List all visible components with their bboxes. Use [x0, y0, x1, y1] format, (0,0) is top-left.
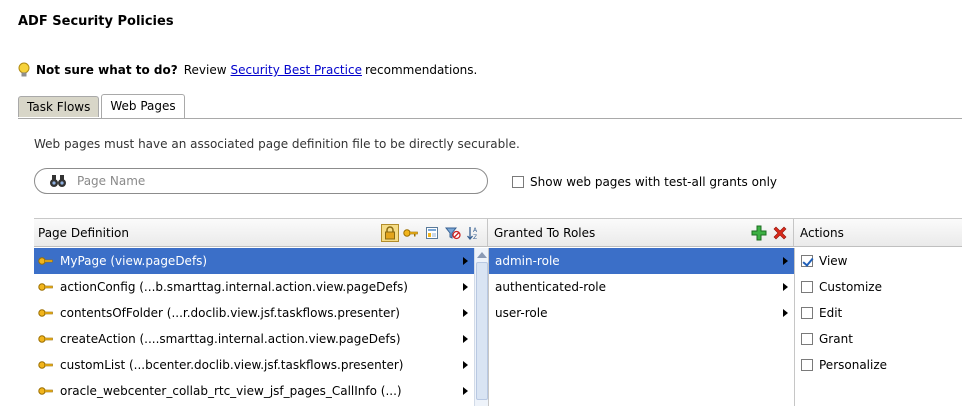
lightbulb-icon [18, 62, 30, 77]
role-label: authenticated-role [495, 280, 607, 294]
action-label: Personalize [819, 358, 888, 372]
page-definition-toolbar: AZ [378, 223, 483, 242]
list-item[interactable]: oracle_webcenter_collab_rtc_view_jsf_pag… [34, 378, 474, 404]
chevron-right-icon [463, 361, 468, 369]
key-icon [38, 361, 53, 369]
test-all-checkbox-label: Show web pages with test-all grants only [530, 175, 778, 189]
scroll-up-icon[interactable] [477, 252, 487, 258]
list-item[interactable]: authenticated-role [489, 274, 794, 300]
role-label: user-role [495, 306, 548, 320]
actions-list: View Customize Edit Grant Personalize [794, 248, 962, 406]
page-definition-scrollbar[interactable] [474, 248, 489, 406]
page-definition-header-label: Page Definition [38, 225, 129, 240]
granted-to-roles-header-label: Granted To Roles [494, 225, 596, 240]
page-name-input[interactable] [75, 173, 459, 189]
action-personalize[interactable]: Personalize [795, 352, 962, 378]
granted-to-roles-header: Granted To Roles [488, 219, 794, 247]
list-item[interactable]: MyPage (view.pageDefs) [34, 248, 474, 274]
chevron-right-icon [463, 257, 468, 265]
list-item[interactable]: createAction (....smarttag.internal.acti… [34, 326, 474, 352]
key-icon [38, 309, 53, 317]
hint-tail: recommendations. [364, 63, 478, 77]
list-item[interactable]: contentsOfFolder (...r.doclib.view.jsf.t… [34, 300, 474, 326]
chevron-right-icon [463, 283, 468, 291]
chevron-right-icon [783, 283, 788, 291]
page-definition-label: oracle_webcenter_collab_rtc_view_jsf_pag… [60, 384, 402, 398]
hint-bar: Not sure what to do? Review Security Bes… [18, 62, 477, 78]
roles-toolbar [747, 224, 789, 242]
action-label: Edit [819, 306, 843, 320]
test-all-checkbox[interactable] [512, 176, 524, 188]
list-item[interactable]: actionConfig (...b.smarttag.internal.act… [34, 274, 474, 300]
role-label: admin-role [495, 254, 560, 268]
action-label: Customize [819, 280, 882, 294]
key-icon [38, 387, 53, 395]
chevron-right-icon [463, 309, 468, 317]
add-icon[interactable] [750, 224, 768, 242]
chevron-right-icon [783, 257, 788, 265]
chevron-right-icon [463, 335, 468, 343]
roles-list: admin-role authenticated-role user-role [488, 248, 794, 406]
action-label: View [819, 254, 848, 268]
action-grant[interactable]: Grant [795, 326, 962, 352]
list-item[interactable]: customList (...bcenter.doclib.view.jsf.t… [34, 352, 474, 378]
security-best-practice-link[interactable]: Security Best Practice [231, 63, 362, 77]
page-definition-header: Page Definition AZ [34, 219, 488, 247]
chevron-right-icon [783, 309, 788, 317]
list-item[interactable]: user-role [489, 300, 794, 326]
grant-checkbox[interactable] [801, 333, 813, 345]
actions-header: Actions [794, 219, 962, 247]
binoculars-icon [50, 175, 66, 187]
svg-text:Z: Z [473, 234, 477, 240]
page-definition-list: MyPage (view.pageDefs) actionConfig (...… [34, 248, 474, 406]
page-definition-label: MyPage (view.pageDefs) [60, 254, 208, 268]
delete-icon[interactable] [771, 224, 789, 242]
key-icon [38, 257, 53, 265]
page-title: ADF Security Policies [18, 14, 174, 29]
tab-task-flows[interactable]: Task Flows [18, 96, 100, 117]
lock-icon[interactable] [381, 223, 399, 242]
personalize-checkbox[interactable] [801, 359, 813, 371]
policy-grid: Page Definition AZ Granted To Roles Acti… [34, 218, 962, 406]
tab-bar: Task Flows Web Pages [18, 94, 187, 118]
page-search-box[interactable] [34, 168, 488, 194]
page-definition-label: createAction (....smarttag.internal.acti… [60, 332, 401, 346]
hint-text: Review [183, 63, 227, 77]
page-icon[interactable] [423, 224, 441, 242]
view-checkbox[interactable] [801, 255, 813, 267]
hint-bold: Not sure what to do? [36, 63, 178, 77]
customize-checkbox[interactable] [801, 281, 813, 293]
edit-checkbox[interactable] [801, 307, 813, 319]
tab-web-pages[interactable]: Web Pages [101, 94, 185, 118]
key-icon [38, 283, 53, 291]
key-icon [38, 335, 53, 343]
sort-icon[interactable]: AZ [465, 224, 483, 242]
scroll-thumb[interactable] [476, 262, 488, 400]
action-edit[interactable]: Edit [795, 300, 962, 326]
filter-icon[interactable] [444, 224, 462, 242]
action-customize[interactable]: Customize [795, 274, 962, 300]
tab-divider [18, 118, 962, 119]
page-definition-label: contentsOfFolder (...r.doclib.view.jsf.t… [60, 306, 400, 320]
list-item[interactable]: admin-role [489, 248, 794, 274]
chevron-right-icon [463, 387, 468, 395]
web-pages-note: Web pages must have an associated page d… [34, 137, 520, 151]
svg-text:A: A [473, 227, 478, 234]
key-icon[interactable] [402, 224, 420, 242]
action-view[interactable]: View [795, 248, 962, 274]
actions-header-label: Actions [800, 225, 844, 240]
page-definition-label: actionConfig (...b.smarttag.internal.act… [60, 280, 408, 294]
test-all-filter[interactable]: Show web pages with test-all grants only [512, 175, 777, 189]
action-label: Grant [819, 332, 853, 346]
page-definition-label: customList (...bcenter.doclib.view.jsf.t… [60, 358, 404, 372]
